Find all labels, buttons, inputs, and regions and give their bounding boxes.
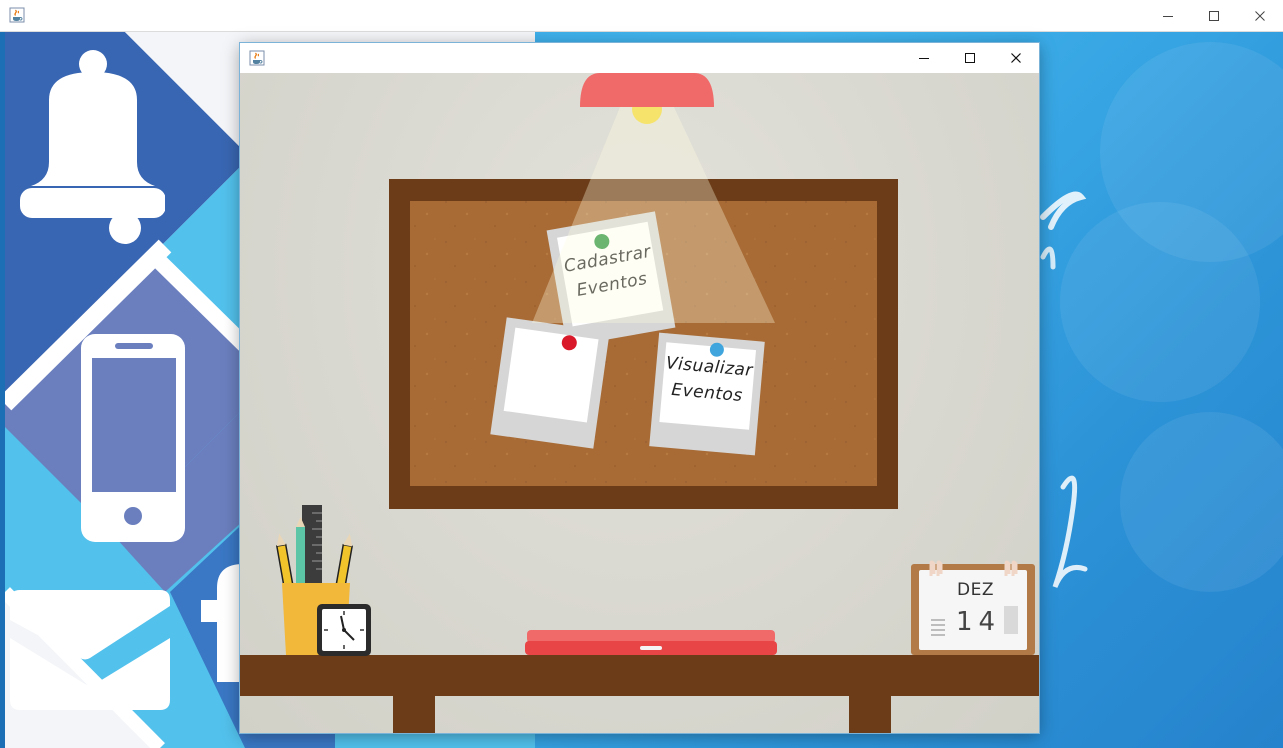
outer-close-button[interactable] [1237, 0, 1283, 31]
mail-icon [10, 590, 170, 710]
calendar-day: 14 [956, 607, 1002, 637]
inner-maximize-button[interactable] [947, 43, 993, 73]
bell-icon [20, 50, 165, 244]
note-paper: Visualizar Eventos [659, 342, 757, 430]
note-line-2 [513, 347, 596, 359]
maximize-icon [965, 53, 975, 63]
outer-minimize-button[interactable] [1145, 0, 1191, 31]
note-visualizar-eventos[interactable]: Visualizar Eventos [649, 332, 765, 456]
clock-icon [317, 604, 371, 656]
note-paper: Cadastrar Eventos [557, 221, 664, 327]
office-scene: Cadastrar Eventos Visualizar Eventos DEZ… [240, 73, 1039, 733]
java-icon[interactable] [249, 50, 265, 66]
inner-minimize-button[interactable] [901, 43, 947, 73]
closed-laptop [525, 630, 777, 655]
close-icon [1011, 53, 1021, 63]
decorative-swirl [1040, 191, 1088, 588]
close-icon [1255, 10, 1265, 21]
desk-leg [849, 695, 891, 733]
note-paper [503, 327, 599, 423]
desk-top [240, 655, 1039, 696]
outer-title-bar [0, 0, 1283, 32]
bokeh-light [1120, 412, 1283, 592]
desk-leg [393, 695, 435, 733]
note-line-1 [513, 347, 596, 359]
note-blank[interactable] [490, 317, 610, 449]
maximize-icon [1209, 10, 1219, 21]
outer-maximize-button[interactable] [1191, 0, 1237, 31]
inner-close-button[interactable] [993, 43, 1039, 73]
calendar-month: DEZ [957, 580, 994, 600]
inner-title-bar [240, 43, 1039, 73]
java-icon[interactable] [9, 7, 25, 23]
events-window: Cadastrar Eventos Visualizar Eventos DEZ… [240, 43, 1039, 733]
desk-calendar: DEZ 14 [911, 560, 1035, 655]
smartphone-icon [81, 334, 185, 542]
minimize-icon [1163, 15, 1173, 17]
minimize-icon [919, 58, 929, 59]
